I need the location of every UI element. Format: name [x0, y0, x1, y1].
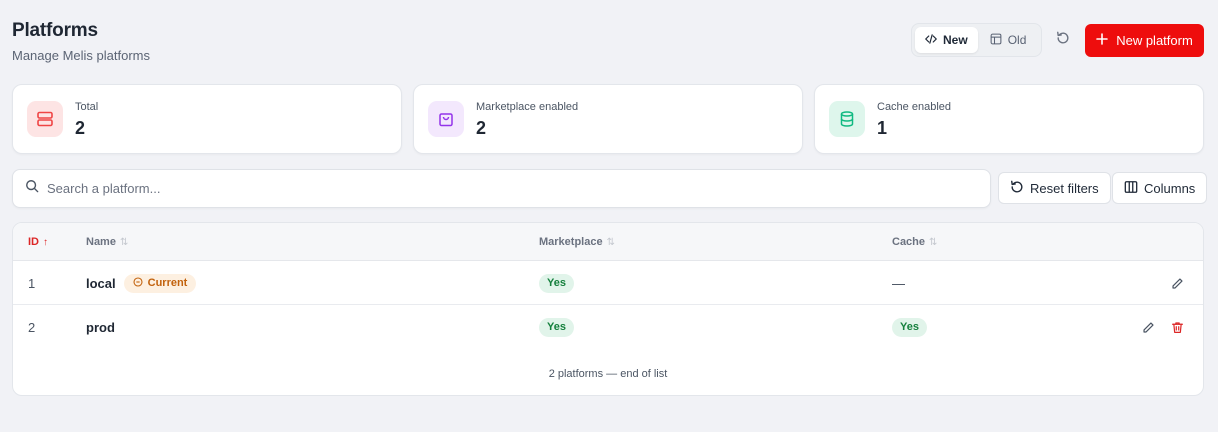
stat-label: Total	[75, 101, 99, 113]
sort-icon: ⇅	[119, 236, 129, 248]
column-label: ID	[28, 236, 39, 248]
columns-button[interactable]: Columns	[1112, 172, 1208, 204]
stat-value: 2	[75, 118, 86, 138]
view-old-button[interactable]: Old	[980, 27, 1037, 53]
column-label: Name	[86, 236, 116, 248]
view-toggle: New Old	[911, 23, 1042, 57]
reset-filters-button[interactable]: Reset filters	[998, 172, 1111, 204]
columns-icon	[1124, 180, 1138, 197]
plus-icon	[1096, 33, 1109, 48]
sort-icon: ⇅	[929, 236, 938, 248]
current-badge-label: Current	[147, 277, 188, 289]
new-platform-button[interactable]: New platform	[1085, 24, 1204, 57]
cell-marketplace: Yes	[539, 305, 574, 349]
view-new-label: New	[943, 33, 968, 47]
layout-icon	[990, 33, 1002, 48]
table-header: ID ↑ Name ⇅ Marketplace ⇅ Cache ⇅	[13, 223, 1203, 261]
edit-icon[interactable]	[1169, 275, 1185, 291]
delete-icon[interactable]	[1169, 319, 1185, 335]
new-platform-label: New platform	[1116, 33, 1193, 48]
page-subtitle: Manage Melis platforms	[12, 48, 150, 63]
cell-marketplace: Yes	[539, 261, 574, 305]
clock-icon	[133, 276, 143, 290]
cell-cache: Yes	[892, 305, 927, 349]
platform-name: prod	[86, 319, 115, 335]
reset-icon	[1010, 180, 1024, 197]
stat-card-total: Total 2	[12, 84, 402, 154]
page-header: Platforms Manage Melis platforms	[12, 20, 150, 63]
view-old-label: Old	[1007, 33, 1027, 47]
search-box	[12, 169, 991, 208]
yes-pill: Yes	[892, 317, 927, 337]
stat-label: Cache enabled	[877, 101, 952, 113]
column-header-name[interactable]: Name ⇅	[86, 236, 128, 248]
yes-pill: Yes	[539, 273, 574, 293]
columns-label: Columns	[1144, 180, 1196, 196]
column-header-marketplace[interactable]: Marketplace ⇅	[539, 236, 615, 248]
cell-cache: —	[892, 275, 905, 291]
refresh-button[interactable]	[1051, 28, 1075, 52]
server-icon	[27, 101, 63, 137]
view-new-button[interactable]: New	[915, 27, 978, 53]
cell-id: 1	[28, 275, 36, 291]
search-input[interactable]	[47, 181, 947, 196]
database-icon	[829, 101, 865, 137]
edit-icon[interactable]	[1140, 319, 1156, 335]
table-row[interactable]: 1 local Current Yes —	[13, 261, 1203, 305]
shopping-bag-icon	[428, 101, 464, 137]
column-label: Marketplace	[539, 236, 603, 248]
current-badge: Current	[123, 273, 197, 293]
sort-ascending-icon: ↑	[43, 236, 48, 248]
code-icon	[925, 33, 937, 48]
stat-value: 2	[476, 118, 487, 138]
stat-card-marketplace: Marketplace enabled 2	[413, 84, 803, 154]
reset-filters-label: Reset filters	[1030, 180, 1099, 196]
refresh-icon	[1056, 31, 1070, 50]
sort-icon: ⇅	[606, 236, 615, 248]
stat-label: Marketplace enabled	[476, 101, 579, 113]
column-header-id[interactable]: ID ↑	[28, 236, 48, 248]
cell-name: prod	[86, 305, 115, 349]
yes-pill: Yes	[539, 317, 574, 337]
table-row[interactable]: 2 prod Yes Yes	[13, 305, 1203, 349]
platforms-table: ID ↑ Name ⇅ Marketplace ⇅ Cache ⇅ 1 loca…	[12, 222, 1204, 396]
column-label: Cache	[892, 236, 926, 248]
table-footer: 2 platforms — end of list	[548, 368, 668, 380]
stat-card-cache: Cache enabled 1	[814, 84, 1204, 154]
cell-id: 2	[28, 319, 36, 335]
search-icon	[25, 179, 39, 198]
stat-value: 1	[877, 118, 888, 138]
column-header-cache[interactable]: Cache ⇅	[892, 236, 937, 248]
platform-name: local	[86, 275, 116, 291]
page-title: Platforms	[12, 20, 98, 41]
cell-name: local Current	[86, 261, 197, 305]
